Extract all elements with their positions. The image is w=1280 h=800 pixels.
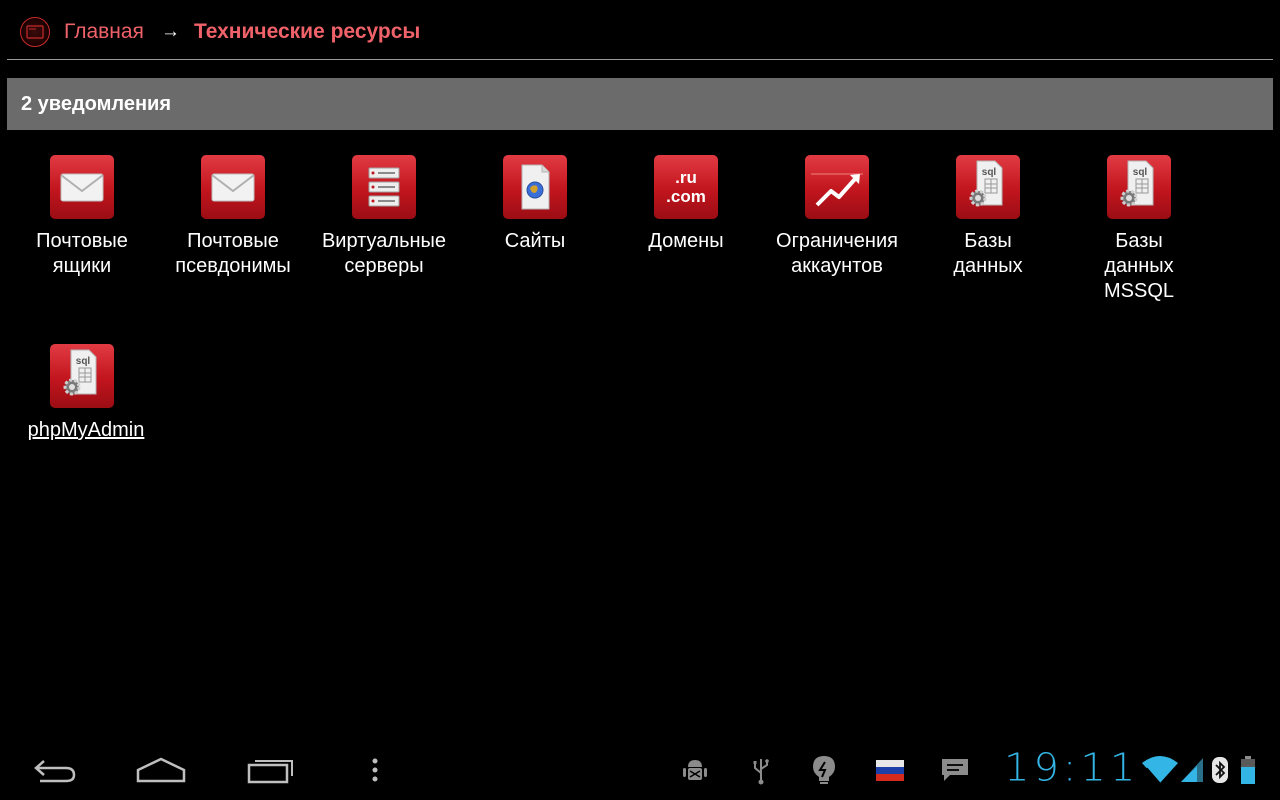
tile-label: Почтовые ящики bbox=[36, 230, 128, 277]
tile-phpmyadmin[interactable]: sql phpMyAdmin bbox=[7, 344, 157, 443]
breadcrumb-home-link[interactable]: Главная bbox=[64, 20, 144, 44]
status-clock[interactable]: 19:11 bbox=[1004, 746, 1139, 790]
lightbulb-icon[interactable] bbox=[808, 752, 840, 788]
tile-label: Виртуальные серверы bbox=[321, 230, 447, 277]
svg-text:sql: sql bbox=[1133, 167, 1148, 178]
sql-database-icon: sql bbox=[956, 155, 1020, 219]
home-icon[interactable] bbox=[130, 740, 192, 800]
tile-label: Базы данных bbox=[953, 230, 1023, 277]
breadcrumb: Главная → Технические ресурсы bbox=[20, 16, 420, 48]
tile-mailboxes[interactable]: Почтовые ящики bbox=[7, 155, 157, 279]
app-logo-icon[interactable] bbox=[20, 17, 50, 47]
menu-overflow-icon[interactable] bbox=[360, 740, 390, 800]
screen: Главная → Технические ресурсы 2 уведомле… bbox=[0, 0, 1280, 800]
tile-label: Домены bbox=[648, 230, 724, 252]
mail-envelope-icon bbox=[50, 155, 114, 219]
svg-text:.com: .com bbox=[666, 187, 706, 206]
usb-icon[interactable] bbox=[748, 752, 774, 788]
svg-text:sql: sql bbox=[982, 167, 997, 178]
website-globe-icon bbox=[503, 155, 567, 219]
bluetooth-icon[interactable] bbox=[1208, 752, 1232, 788]
svg-text:sql: sql bbox=[76, 356, 91, 367]
notifications-count-label: 2 уведомления bbox=[21, 92, 172, 115]
domain-icon: .ru .com bbox=[654, 155, 718, 219]
tile-label: Базы данных MSSQL bbox=[1103, 230, 1175, 302]
tile-label[interactable]: phpMyAdmin bbox=[15, 418, 157, 443]
tile-label: Ограничения аккаунтов bbox=[776, 230, 898, 277]
battery-icon[interactable] bbox=[1236, 752, 1260, 788]
back-icon[interactable] bbox=[22, 740, 86, 800]
tile-databases[interactable]: sql Базы данных bbox=[913, 155, 1063, 279]
tile-mail-aliases[interactable]: Почтовые псевдонимы bbox=[158, 155, 308, 279]
server-rack-icon bbox=[352, 155, 416, 219]
sql-database-icon: sql bbox=[50, 344, 114, 408]
tile-sites[interactable]: Сайты bbox=[460, 155, 610, 254]
notifications-bar[interactable]: 2 уведомления bbox=[7, 78, 1273, 130]
breadcrumb-separator: → bbox=[160, 21, 180, 42]
mail-envelope-icon bbox=[201, 155, 265, 219]
message-icon[interactable] bbox=[938, 752, 972, 788]
trend-chart-icon bbox=[805, 155, 869, 219]
tile-label: Почтовые псевдонимы bbox=[175, 230, 291, 277]
russian-flag-icon[interactable] bbox=[874, 752, 906, 788]
tile-virtual-servers[interactable]: Виртуальные серверы bbox=[309, 155, 459, 279]
header-divider bbox=[7, 59, 1273, 60]
tile-domains[interactable]: .ru .com Домены bbox=[611, 155, 761, 254]
tile-account-limits[interactable]: Ограничения аккаунтов bbox=[762, 155, 912, 279]
sql-database-icon: sql bbox=[1107, 155, 1171, 219]
signal-icon[interactable] bbox=[1178, 752, 1206, 788]
android-debug-icon[interactable] bbox=[680, 752, 710, 788]
tile-label: Сайты bbox=[504, 230, 566, 252]
wifi-icon[interactable] bbox=[1142, 752, 1178, 788]
svg-text:.ru: .ru bbox=[675, 168, 697, 187]
recent-apps-icon[interactable] bbox=[240, 740, 300, 800]
tile-mssql-databases[interactable]: sql Базы данных MSSQL bbox=[1064, 155, 1214, 304]
page-title: Технические ресурсы bbox=[193, 20, 421, 43]
